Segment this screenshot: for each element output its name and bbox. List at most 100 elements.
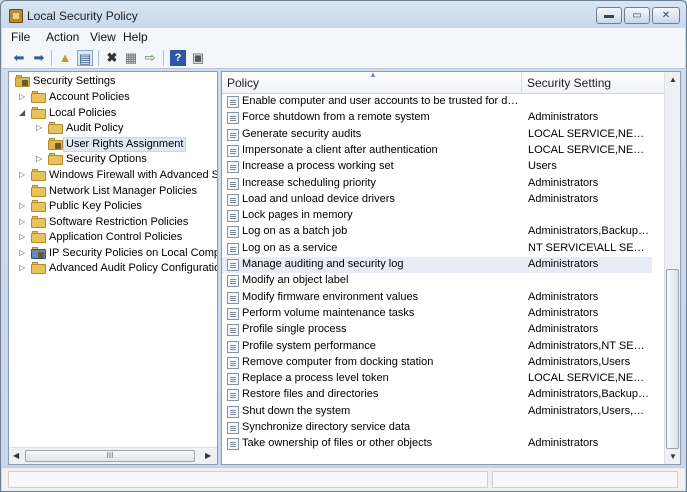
- security-setting-value: Administrators: [528, 176, 599, 189]
- policy-icon: [227, 438, 239, 451]
- tree-item-security-options[interactable]: ▷ Security Options: [13, 152, 213, 168]
- folder-icon: [31, 200, 46, 212]
- table-row[interactable]: Increase a process working set Users: [222, 159, 652, 175]
- policy-name: Profile single process: [242, 323, 347, 336]
- tree-item-account-policies[interactable]: ▷ Account Policies: [13, 90, 213, 106]
- table-row[interactable]: Profile single process Administrators: [222, 322, 652, 338]
- menu-file[interactable]: File: [11, 30, 30, 44]
- close-button[interactable]: ✕: [652, 7, 680, 24]
- security-setting-value: Administrators: [528, 290, 599, 303]
- column-header-policy[interactable]: ▲ Policy: [222, 72, 522, 94]
- policy-name: Replace a process level token: [242, 372, 389, 385]
- tree-item-user-rights-assignment[interactable]: User Rights Assignment: [13, 137, 213, 153]
- scroll-thumb[interactable]: III: [25, 450, 195, 462]
- folder-icon: [31, 169, 46, 181]
- table-row[interactable]: Take ownership of files or other objects…: [222, 436, 652, 452]
- tree-item-ip-security[interactable]: ▷ IP Security Policies on Local Computer: [13, 246, 217, 262]
- expand-arrow-icon[interactable]: ▷: [19, 263, 25, 272]
- table-row[interactable]: Modify firmware environment values Admini…: [222, 290, 652, 306]
- back-icon[interactable]: ⬅: [11, 50, 27, 66]
- scroll-right-icon[interactable]: ▶: [205, 451, 211, 460]
- expand-arrow-icon[interactable]: ▷: [19, 201, 25, 210]
- export-list-icon[interactable]: ⇨: [142, 50, 158, 66]
- status-bar: [2, 467, 685, 491]
- show-hide-tree-icon[interactable]: ▤: [77, 50, 93, 66]
- folder-open-icon: [48, 138, 63, 150]
- security-setting-value: Administrators,Backup ...: [528, 225, 650, 238]
- table-row[interactable]: Replace a process level token LOCAL SERVI…: [222, 371, 652, 387]
- menu-help[interactable]: Help: [123, 30, 148, 44]
- tree-item-audit-policy[interactable]: ▷ Audit Policy: [13, 121, 213, 137]
- ip-security-icon: [31, 247, 46, 259]
- scroll-up-icon[interactable]: ▲: [669, 75, 677, 84]
- sort-ascending-icon: ▲: [369, 71, 377, 79]
- expand-arrow-icon[interactable]: ▷: [36, 123, 42, 132]
- table-row[interactable]: Synchronize directory service data: [222, 420, 652, 436]
- properties-icon[interactable]: ▦: [123, 50, 139, 66]
- tree-item-software-restriction[interactable]: ▷ Software Restriction Policies: [13, 215, 213, 231]
- table-row[interactable]: Load and unload device drivers Administra…: [222, 192, 652, 208]
- policy-name: Increase scheduling priority: [242, 176, 376, 189]
- policy-name: Manage auditing and security log: [242, 258, 404, 270]
- tree-item-application-control[interactable]: ▷ Application Control Policies: [13, 230, 213, 246]
- table-row[interactable]: Manage auditing and security log Administ…: [222, 257, 652, 273]
- policy-name: Load and unload device drivers: [242, 192, 395, 205]
- policy-name: Lock pages in memory: [242, 209, 353, 222]
- table-row[interactable]: Profile system performance Administrators…: [222, 339, 652, 355]
- tree-horizontal-scrollbar[interactable]: ◀ III ▶: [9, 447, 217, 464]
- tree-item-public-key-policies[interactable]: ▷ Public Key Policies: [13, 199, 213, 215]
- policy-name: Remove computer from docking station: [242, 355, 434, 368]
- security-setting-value: Administrators,NT SERVI...: [528, 339, 650, 352]
- table-row[interactable]: Increase scheduling priority Administrato…: [222, 176, 652, 192]
- security-setting-value: Administrators: [528, 323, 599, 336]
- tree-item-windows-firewall[interactable]: ▷ Windows Firewall with Advanced Securit…: [13, 168, 217, 184]
- forward-icon[interactable]: ➡: [31, 50, 47, 66]
- table-row[interactable]: Log on as a service NT SERVICE\ALL SERVIC…: [222, 241, 652, 257]
- table-row[interactable]: Generate security audits LOCAL SERVICE,NE…: [222, 127, 652, 143]
- table-row[interactable]: Perform volume maintenance tasks Administ…: [222, 306, 652, 322]
- policy-name: Synchronize directory service data: [242, 421, 411, 433]
- minimize-button[interactable]: ▬: [596, 7, 622, 24]
- expand-arrow-icon[interactable]: ▷: [19, 92, 25, 101]
- tree-item-label: Software Restriction Policies: [49, 216, 189, 228]
- scroll-left-icon[interactable]: ◀: [13, 451, 19, 460]
- window-title: Local Security Policy: [27, 9, 138, 23]
- tree-item-advanced-audit[interactable]: ▷ Advanced Audit Policy Configuration: [13, 261, 217, 277]
- table-row[interactable]: Remove computer from docking station Admi…: [222, 355, 652, 371]
- delete-icon[interactable]: ✖: [104, 50, 120, 66]
- menu-action[interactable]: Action: [46, 30, 79, 44]
- up-folder-icon[interactable]: ▲: [57, 50, 73, 66]
- expand-arrow-icon[interactable]: ▷: [19, 248, 25, 257]
- tree-root[interactable]: Security Settings: [13, 74, 213, 90]
- expand-arrow-icon[interactable]: ▷: [19, 217, 25, 226]
- folder-icon: [31, 91, 46, 103]
- policy-icon: [227, 422, 239, 434]
- title-bar[interactable]: Local Security Policy ▬ ▭ ✕: [1, 1, 686, 29]
- menu-view[interactable]: View: [90, 30, 116, 44]
- table-row[interactable]: Log on as a batch job Administrators,Back…: [222, 224, 652, 240]
- table-row[interactable]: Impersonate a client after authenticatio…: [222, 143, 652, 159]
- table-row[interactable]: Lock pages in memory: [222, 208, 652, 224]
- scroll-down-icon[interactable]: ▼: [669, 452, 677, 461]
- table-row[interactable]: Modify an object label: [222, 273, 652, 289]
- tree-item-label: Account Policies: [49, 91, 130, 103]
- column-header-policy-label: Policy: [227, 76, 260, 90]
- tree-item-local-policies[interactable]: ◢ Local Policies: [13, 106, 213, 122]
- table-row[interactable]: Enable computer and user accounts to be …: [222, 94, 652, 110]
- expand-arrow-icon[interactable]: ▷: [36, 154, 42, 163]
- expand-arrow-icon[interactable]: ▷: [19, 232, 25, 241]
- scroll-thumb[interactable]: [666, 269, 679, 449]
- column-header-security-setting[interactable]: Security Setting: [522, 72, 665, 94]
- list-vertical-scrollbar[interactable]: ▲ ▼: [664, 72, 680, 464]
- table-row[interactable]: Restore files and directories Administrat…: [222, 387, 652, 403]
- tree-item-network-list-manager[interactable]: Network List Manager Policies: [13, 184, 213, 200]
- security-setting-value: LOCAL SERVICE,NETWO...: [528, 372, 650, 385]
- policy-icon: [227, 373, 239, 386]
- view-icon[interactable]: ▣: [190, 50, 206, 66]
- maximize-button[interactable]: ▭: [624, 7, 650, 24]
- table-row[interactable]: Shut down the system Administrators,Users…: [222, 404, 652, 420]
- expand-arrow-icon[interactable]: ▷: [19, 170, 25, 179]
- help-icon[interactable]: ?: [170, 50, 186, 66]
- table-row[interactable]: Force shutdown from a remote system Admin…: [222, 110, 652, 126]
- collapse-arrow-icon[interactable]: ◢: [19, 108, 25, 117]
